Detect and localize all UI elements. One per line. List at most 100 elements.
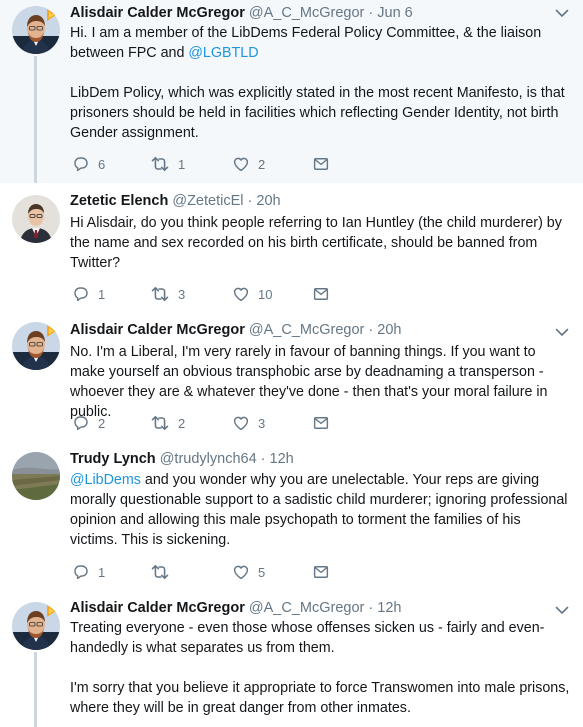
retweet-icon [150,413,170,433]
person-with-logo-avatar-icon [12,602,60,650]
timestamp[interactable]: 20h [377,322,401,338]
thread-line [34,652,37,727]
retweet-icon [150,154,170,174]
username[interactable]: @A_C_McGregor [249,5,364,21]
reply-button[interactable]: 1 [72,562,105,582]
like-count: 3 [258,415,266,431]
timestamp[interactable]: 12h [270,451,294,467]
envelope-icon [312,285,330,303]
tweet-header: Trudy Lynch @trudylynch64 · 12h [70,449,549,469]
mention-link[interactable]: @LibDems [70,472,141,488]
retweet-icon [150,562,170,582]
reply-icon [72,285,90,303]
reply-count: 6 [98,156,106,172]
direct-message-button[interactable] [312,562,330,582]
tweet-text-paragraph: LibDem Policy, which was explicitly stat… [70,85,565,141]
separator-dot: · [368,5,374,21]
reply-button[interactable]: 2 [72,413,105,433]
like-button[interactable]: 10 [232,284,272,304]
timestamp[interactable]: 12h [377,600,401,616]
reply-count: 1 [98,286,106,302]
display-name[interactable]: Trudy Lynch [70,451,156,467]
username[interactable]: @A_C_McGregor [249,322,364,338]
heart-icon [232,563,250,581]
mention-link[interactable]: @LGBTLD [188,45,258,61]
separator-dot: · [368,600,374,616]
thread-line [34,56,37,183]
reply-icon [72,563,90,581]
direct-message-button[interactable] [312,154,330,174]
tweet-1[interactable]: Alisdair Calder McGregor @A_C_McGregor ·… [0,0,583,183]
retweet-count: 1 [178,156,186,172]
tweet-text-part: and you wonder why you are unelectable. … [70,472,568,548]
username[interactable]: @A_C_McGregor [249,600,364,616]
tweet-text-paragraph: No. I'm a Liberal, I'm very rarely in fa… [70,344,548,420]
username[interactable]: @trudylynch64 [160,451,257,467]
heart-icon [232,155,250,173]
reply-icon [72,155,90,173]
avatar[interactable] [12,322,60,370]
envelope-icon [312,155,330,173]
man-in-suit-avatar-icon [12,195,60,243]
heart-icon [232,414,250,432]
reply-count: 1 [98,564,106,580]
person-with-logo-avatar-icon [12,6,60,54]
timestamp[interactable]: 20h [256,193,280,209]
tweet-header: Alisdair Calder McGregor @A_C_McGregor ·… [70,3,549,23]
avatar[interactable] [12,452,60,500]
avatar[interactable] [12,602,60,650]
tweet-text: No. I'm a Liberal, I'm very rarely in fa… [70,342,570,422]
tweet-text-paragraph: I'm sorry that you believe it appropriat… [70,680,570,716]
like-button[interactable]: 3 [232,413,265,433]
tweet-text: Treating everyone - even those whose off… [70,618,570,718]
retweet-button[interactable] [150,562,178,582]
tweet-text-paragraph: Treating everyone - even those whose off… [70,620,545,656]
display-name[interactable]: Alisdair Calder McGregor [70,322,245,338]
chevron-down-icon[interactable] [555,327,569,337]
reply-button[interactable]: 6 [72,154,105,174]
chevron-down-icon[interactable] [555,8,569,18]
envelope-icon [312,414,330,432]
like-count: 2 [258,156,266,172]
reply-count: 2 [98,415,106,431]
tweet-3[interactable]: Alisdair Calder McGregor @A_C_McGregor ·… [0,312,583,442]
chevron-down-icon[interactable] [555,605,569,615]
person-with-logo-avatar-icon [12,322,60,370]
like-button[interactable]: 2 [232,154,265,174]
timestamp[interactable]: Jun 6 [377,5,412,21]
tweet-text-paragraph: Hi Alisdair, do you think people referri… [70,215,562,271]
tweet-text-part: Hi. I am a member of the LibDems Federal… [70,25,542,61]
retweet-button[interactable]: 1 [150,154,185,174]
tweet-header: Alisdair Calder McGregor @A_C_McGregor ·… [70,598,549,618]
retweet-count: 2 [178,415,186,431]
tweet-5[interactable]: Alisdair Calder McGregor @A_C_McGregor ·… [0,592,583,727]
retweet-button[interactable]: 2 [150,413,185,433]
avatar[interactable] [12,195,60,243]
avatar[interactable] [12,6,60,54]
tweet-text: Hi Alisdair, do you think people referri… [70,213,570,273]
display-name[interactable]: Alisdair Calder McGregor [70,600,245,616]
landscape-avatar-icon [12,452,60,500]
tweet-text: @LibDems and you wonder why you are unel… [70,470,570,550]
separator-dot: · [260,451,266,467]
tweet-4[interactable]: Trudy Lynch @trudylynch64 · 12h @LibDems… [0,442,583,592]
display-name[interactable]: Zetetic Elench [70,193,168,209]
retweet-button[interactable]: 3 [150,284,185,304]
separator-dot: · [368,322,374,338]
heart-icon [232,285,250,303]
separator-dot: · [247,193,253,209]
direct-message-button[interactable] [312,413,330,433]
like-count: 10 [258,286,273,302]
like-button[interactable]: 5 [232,562,265,582]
username[interactable]: @ZeteticEl [172,193,243,209]
direct-message-button[interactable] [312,284,330,304]
envelope-icon [312,563,330,581]
tweet-header: Alisdair Calder McGregor @A_C_McGregor ·… [70,320,549,340]
tweet-text: Hi. I am a member of the LibDems Federal… [70,23,570,143]
display-name[interactable]: Alisdair Calder McGregor [70,5,245,21]
reply-button[interactable]: 1 [72,284,105,304]
reply-icon [72,414,90,432]
retweet-count: 3 [178,286,186,302]
like-count: 5 [258,564,266,580]
tweet-2[interactable]: Zetetic Elench @ZeteticEl · 20h Hi Alisd… [0,183,583,312]
